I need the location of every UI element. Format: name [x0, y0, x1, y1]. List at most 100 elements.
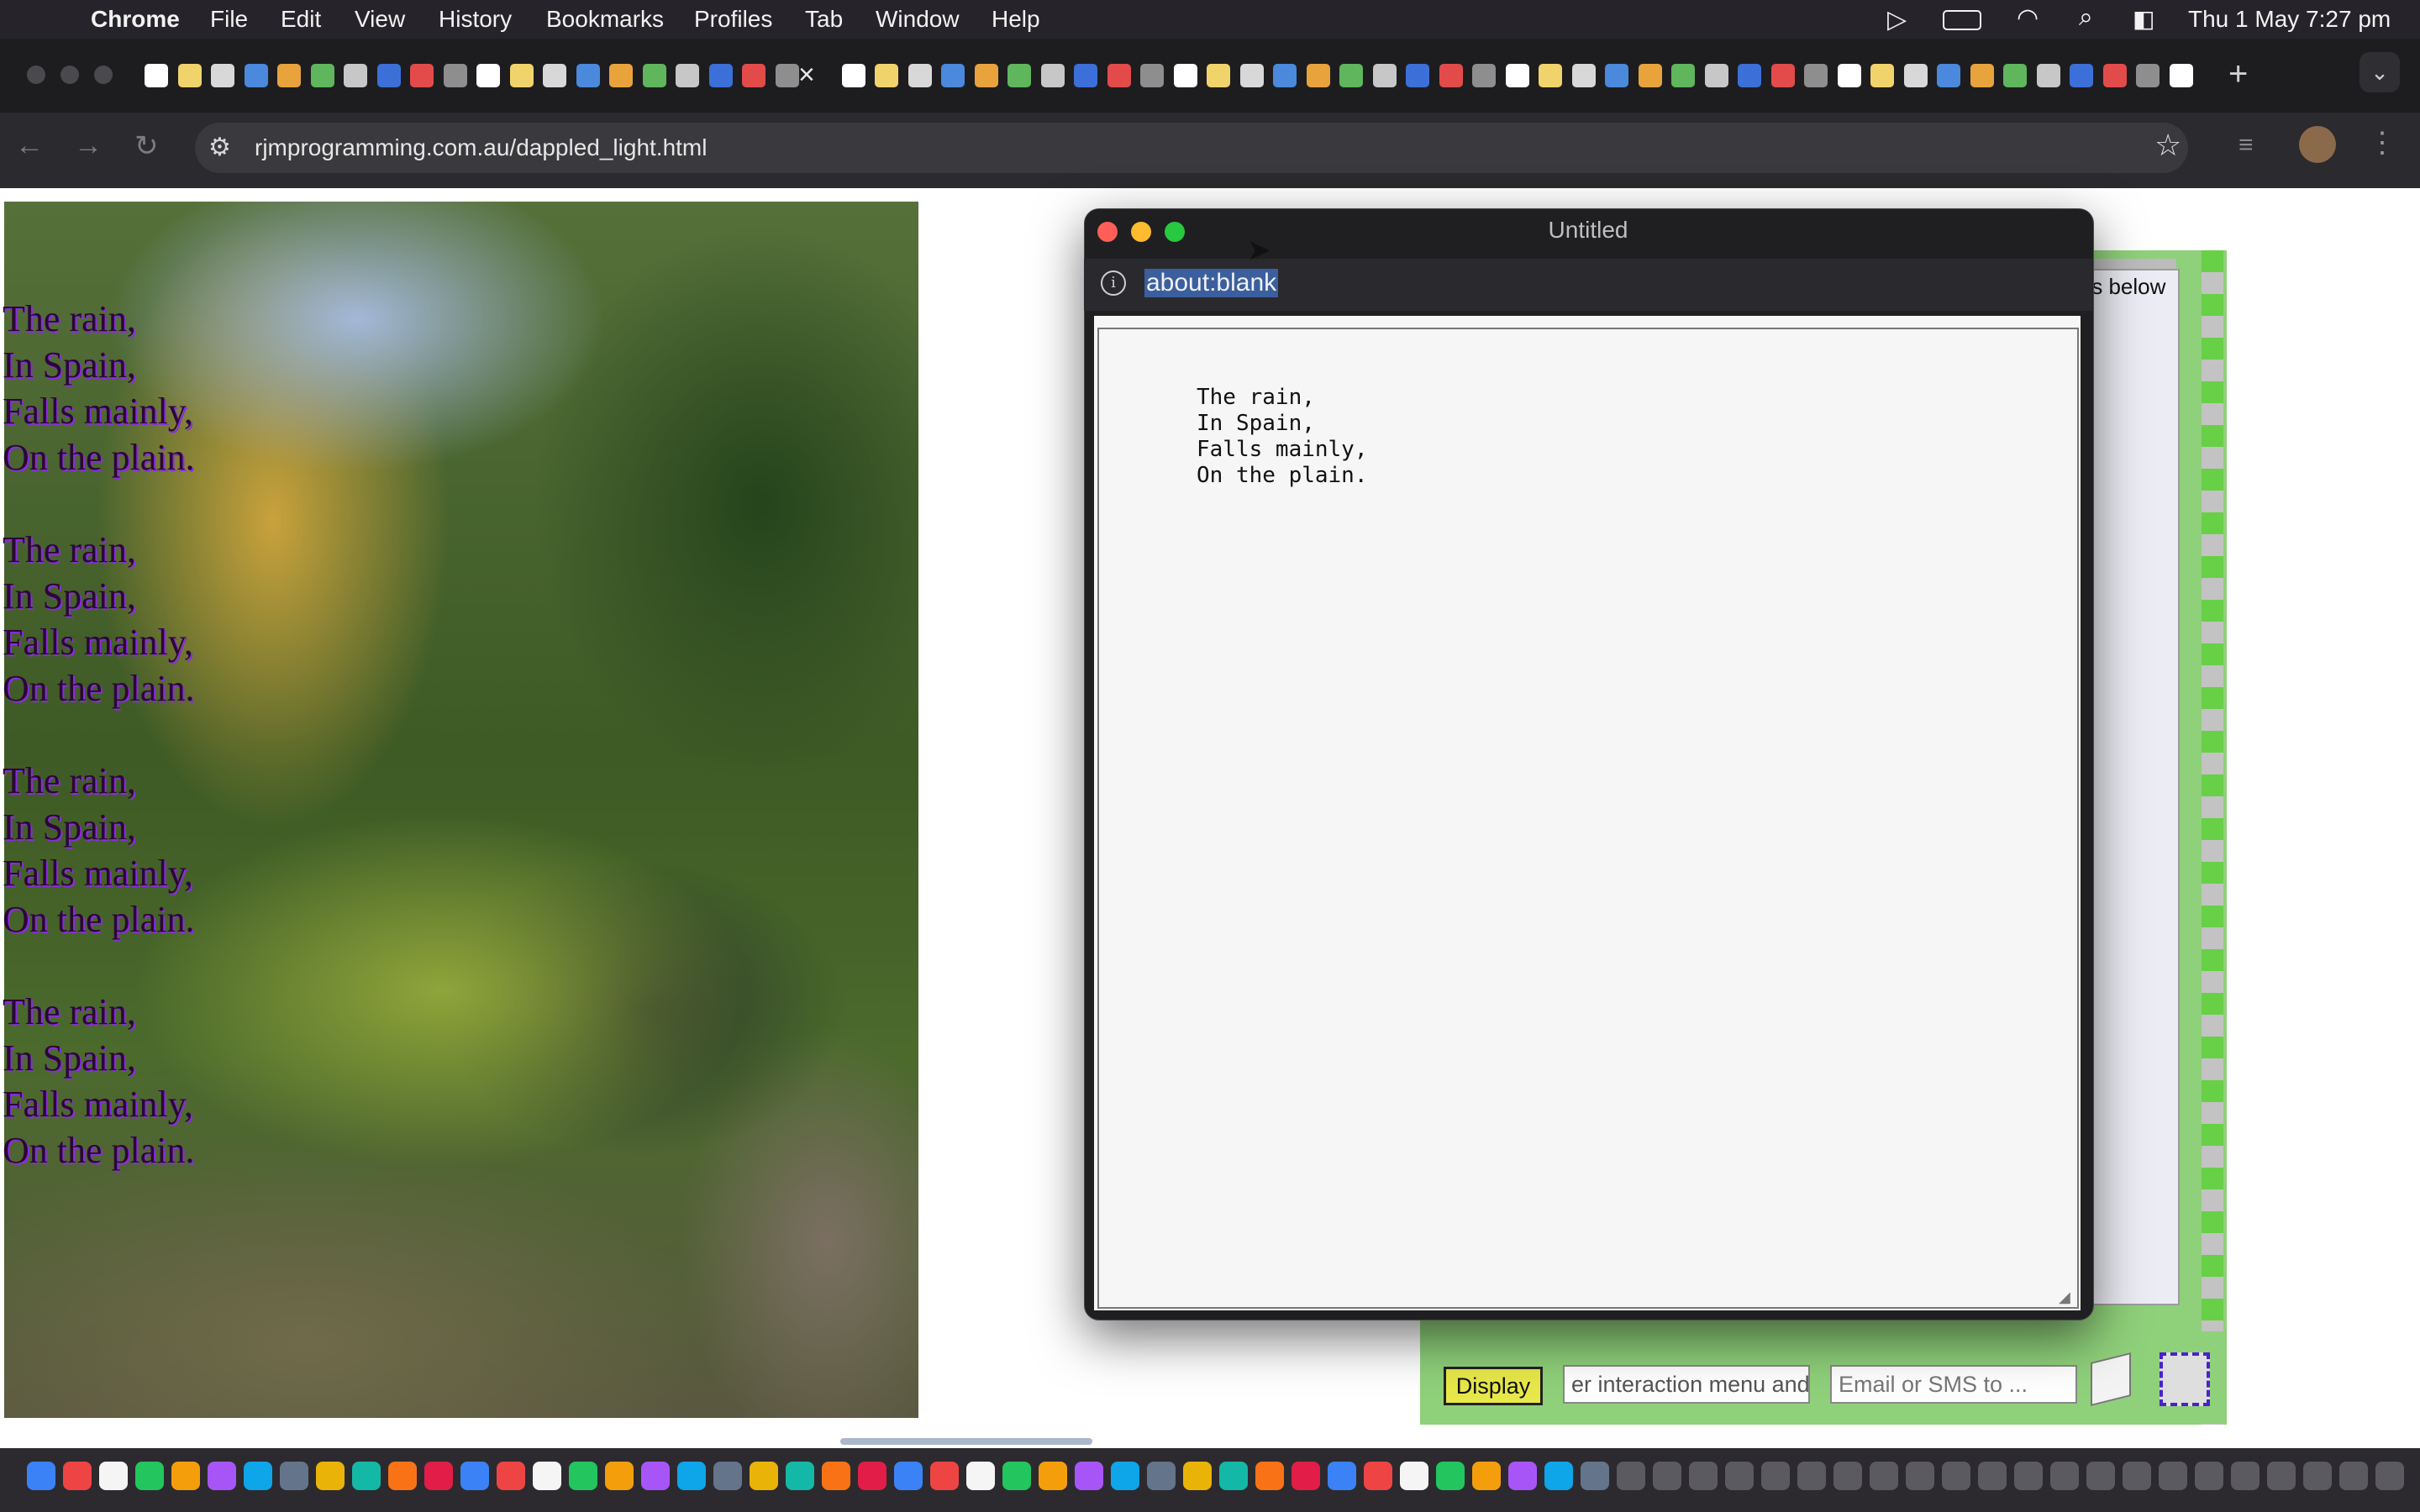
- tab-favicon-icon[interactable]: [842, 64, 865, 87]
- dock-app-icon[interactable]: [1364, 1462, 1392, 1490]
- textarea-resize-handle[interactable]: ◢: [2059, 1289, 2070, 1306]
- horizontal-scrollbar[interactable]: [840, 1438, 1092, 1445]
- dock-app-icon[interactable]: [1039, 1462, 1067, 1490]
- tab-favicon-icon[interactable]: [2003, 64, 2027, 87]
- forward-arrow-icon[interactable]: →: [74, 129, 103, 162]
- dock-app-icon[interactable]: [2195, 1462, 2223, 1490]
- back-arrow-icon[interactable]: ←: [15, 129, 44, 162]
- tab-favicon-icon[interactable]: [1406, 64, 1429, 87]
- tab-favicon-icon[interactable]: [145, 64, 168, 87]
- dock-app-icon[interactable]: [1689, 1462, 1718, 1490]
- dock-app-icon[interactable]: [1761, 1462, 1790, 1490]
- tab-favicon-icon[interactable]: [2037, 64, 2060, 87]
- control-center-icon[interactable]: ◧: [2133, 5, 2154, 33]
- tab-favicon-icon[interactable]: [311, 64, 334, 87]
- dock-app-icon[interactable]: [1147, 1462, 1176, 1490]
- play-status-icon[interactable]: ▷: [1887, 5, 1907, 34]
- dock-app-icon[interactable]: [2375, 1462, 2404, 1490]
- menu-edit[interactable]: Edit: [281, 6, 321, 33]
- tab-favicon-icon[interactable]: [2103, 64, 2127, 87]
- tab-favicon-icon[interactable]: [1970, 64, 1994, 87]
- dock-app-icon[interactable]: [1797, 1462, 1826, 1490]
- bookmark-star-icon[interactable]: ☆: [2154, 128, 2181, 163]
- dock-app-icon[interactable]: [1906, 1462, 1934, 1490]
- dock-app-icon[interactable]: [930, 1462, 959, 1490]
- dock-app-icon[interactable]: [99, 1462, 128, 1490]
- tab-favicon-icon[interactable]: [1339, 64, 1363, 87]
- tab-favicon-icon[interactable]: [941, 64, 965, 87]
- tab-favicon-icon[interactable]: [1838, 64, 1861, 87]
- window-close-dot[interactable]: [27, 66, 45, 84]
- menu-profiles[interactable]: Profiles: [694, 6, 772, 33]
- dock-app-icon[interactable]: [822, 1462, 850, 1490]
- tab-favicon-icon[interactable]: [1007, 64, 1031, 87]
- clipboard-icon[interactable]: [2160, 1352, 2210, 1406]
- dock-app-icon[interactable]: [1581, 1462, 1609, 1490]
- media-control-icon[interactable]: ≡: [2238, 131, 2254, 160]
- dock-app-icon[interactable]: [63, 1462, 92, 1490]
- tab-favicon-icon[interactable]: [1506, 64, 1529, 87]
- tab-favicon-icon[interactable]: [510, 64, 534, 87]
- dock-app-icon[interactable]: [2303, 1462, 2332, 1490]
- tab-favicon-icon[interactable]: [875, 64, 898, 87]
- menu-history[interactable]: History: [439, 6, 512, 33]
- tab-favicon-icon[interactable]: [476, 64, 500, 87]
- dock-app-icon[interactable]: [677, 1462, 706, 1490]
- dock-app-icon[interactable]: [1075, 1462, 1103, 1490]
- tab-search-chevron-icon[interactable]: ⌄: [2360, 52, 2400, 92]
- interaction-menu-input[interactable]: er interaction menu and: [1563, 1365, 1810, 1404]
- dock-app-icon[interactable]: [569, 1462, 597, 1490]
- info-icon[interactable]: i: [1101, 270, 1126, 296]
- tab-favicon-icon[interactable]: [1639, 64, 1662, 87]
- tab-favicon-icon[interactable]: [1307, 64, 1330, 87]
- dock-app-icon[interactable]: [1544, 1462, 1573, 1490]
- dock-app-icon[interactable]: [352, 1462, 381, 1490]
- tab-favicon-icon[interactable]: [245, 64, 268, 87]
- dock-app-icon[interactable]: [1472, 1462, 1501, 1490]
- dock-app-icon[interactable]: [171, 1462, 200, 1490]
- dock-app-icon[interactable]: [2231, 1462, 2260, 1490]
- dock-app-icon[interactable]: [1400, 1462, 1428, 1490]
- tab-favicon-icon[interactable]: [676, 64, 699, 87]
- dock-app-icon[interactable]: [1002, 1462, 1031, 1490]
- tab-favicon-icon[interactable]: [1373, 64, 1397, 87]
- menu-view[interactable]: View: [355, 6, 405, 33]
- tab-favicon-icon[interactable]: [1207, 64, 1230, 87]
- dock-app-icon[interactable]: [1328, 1462, 1356, 1490]
- dock-app-icon[interactable]: [316, 1462, 345, 1490]
- tab-favicon-icon[interactable]: [1273, 64, 1297, 87]
- tab-favicon-icon[interactable]: [444, 64, 467, 87]
- dock-app-icon[interactable]: [1111, 1462, 1139, 1490]
- dock-app-icon[interactable]: [1725, 1462, 1754, 1490]
- tab-favicon-icon[interactable]: [1937, 64, 1960, 87]
- dock-app-icon[interactable]: [208, 1462, 236, 1490]
- dock-app-icon[interactable]: [135, 1462, 164, 1490]
- tab-favicon-icon[interactable]: [1572, 64, 1596, 87]
- tab-favicon-icon[interactable]: [609, 64, 633, 87]
- tab-favicon-icon[interactable]: [1041, 64, 1065, 87]
- dock-app-icon[interactable]: [1436, 1462, 1465, 1490]
- site-settings-icon[interactable]: ⚙: [208, 133, 231, 162]
- dock-app-icon[interactable]: [2014, 1462, 2043, 1490]
- tab-favicon-icon[interactable]: [543, 64, 566, 87]
- tab-favicon-icon[interactable]: [1771, 64, 1795, 87]
- browser-menu-icon[interactable]: ⋮: [2368, 126, 2396, 160]
- new-tab-icon[interactable]: +: [2228, 55, 2248, 93]
- dock-app-icon[interactable]: [497, 1462, 525, 1490]
- dock-app-icon[interactable]: [894, 1462, 923, 1490]
- close-tab-icon[interactable]: ×: [798, 59, 815, 92]
- dock-app-icon[interactable]: [2086, 1462, 2115, 1490]
- tab-favicon-icon[interactable]: [576, 64, 600, 87]
- dock-app-icon[interactable]: [1870, 1462, 1898, 1490]
- tab-favicon-icon[interactable]: [1439, 64, 1463, 87]
- menu-clock[interactable]: Thu 1 May 7:27 pm: [2188, 6, 2391, 33]
- window-minimize-dot[interactable]: [60, 66, 79, 84]
- dock-app-icon[interactable]: [1219, 1462, 1248, 1490]
- dock-app-icon[interactable]: [1292, 1462, 1320, 1490]
- dock-app-icon[interactable]: [2123, 1462, 2151, 1490]
- tab-favicon-icon[interactable]: [211, 64, 234, 87]
- menu-help[interactable]: Help: [992, 6, 1040, 33]
- dock-app-icon[interactable]: [2050, 1462, 2079, 1490]
- tab-favicon-icon[interactable]: [1705, 64, 1728, 87]
- dock-app-icon[interactable]: [641, 1462, 670, 1490]
